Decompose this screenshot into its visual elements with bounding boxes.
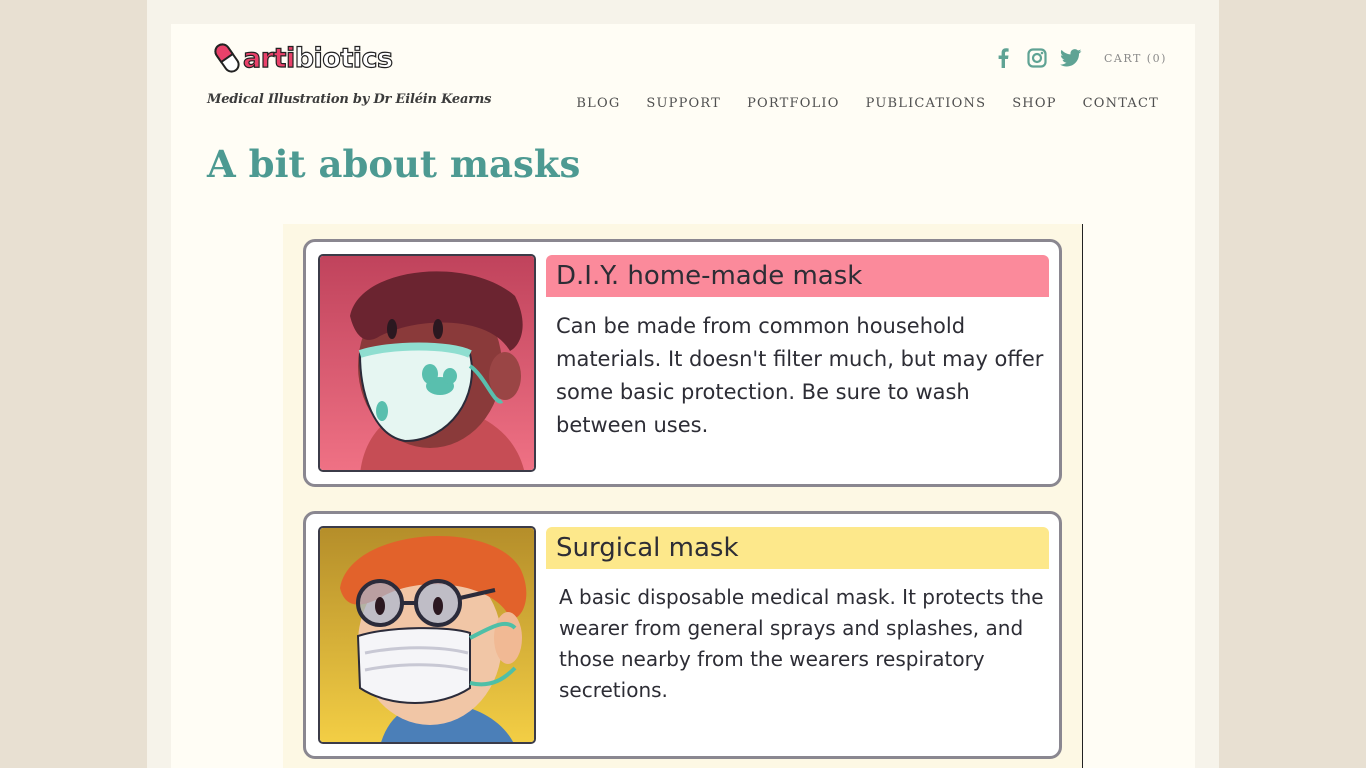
nav-support[interactable]: SUPPORT [646,96,721,111]
surgical-mask-card: Surgical mask A basic disposable medical… [303,511,1062,759]
nav-blog[interactable]: BLOG [576,96,620,111]
diy-mask-illustration [318,254,536,472]
logo-text-biotics: biotics [294,42,394,74]
logo-text-arti: arti [242,42,295,74]
nav-shop[interactable]: SHOP [1012,96,1056,111]
main-nav: BLOG SUPPORT PORTFOLIO PUBLICATIONS SHOP… [576,96,1159,111]
diy-mask-card: D.I.Y. home-made mask Can be made from c… [303,239,1062,487]
diy-mask-description: Can be made from common household materi… [556,314,1044,437]
diy-mask-heading: D.I.Y. home-made mask [546,255,1049,297]
social-links [992,47,1082,69]
facebook-icon[interactable] [992,47,1014,69]
pill-logo-icon [212,42,242,74]
nav-portfolio[interactable]: PORTFOLIO [747,96,840,111]
masks-infographic: D.I.Y. home-made mask Can be made from c… [283,224,1083,768]
site-logo[interactable]: arti biotics [212,38,394,78]
surgical-mask-description: A basic disposable medical mask. It prot… [559,585,1044,702]
nav-publications[interactable]: PUBLICATIONS [866,96,987,111]
page-title: A bit about masks [207,142,581,186]
surgical-mask-heading: Surgical mask [546,527,1049,569]
site-tagline: Medical Illustration by Dr Eiléin Kearns [207,92,492,107]
twitter-icon[interactable] [1060,47,1082,69]
surgical-mask-illustration [318,526,536,744]
cart-link[interactable]: CART (0) [1104,52,1167,65]
instagram-icon[interactable] [1026,47,1048,69]
nav-contact[interactable]: CONTACT [1083,96,1159,111]
